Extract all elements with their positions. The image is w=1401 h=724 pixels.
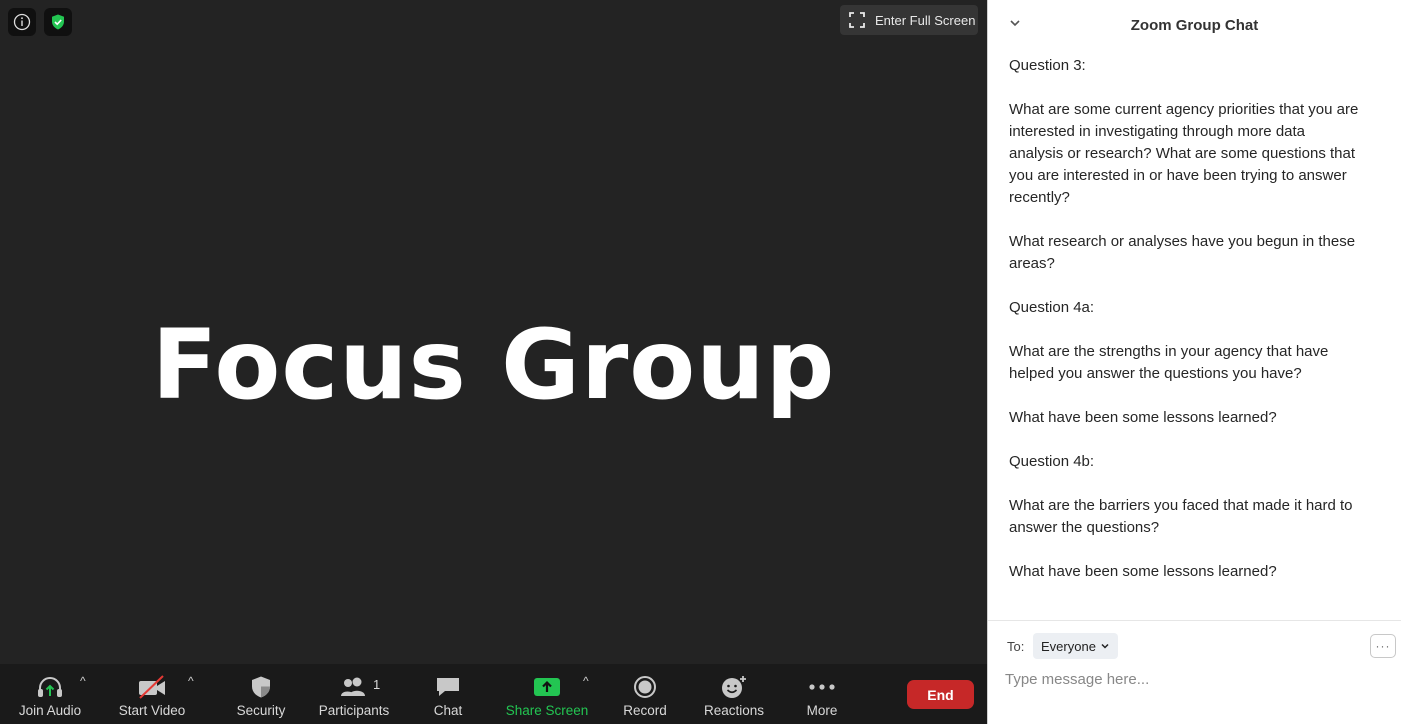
security-label: Security <box>236 703 286 718</box>
more-label: More <box>806 703 838 718</box>
chat-message: What have been some lessons learned? <box>1009 409 1277 426</box>
chat-message: Question 4b: <box>1009 453 1095 470</box>
chat-divider <box>988 620 1401 621</box>
chat-messages: Question 3: What are some current agency… <box>1009 55 1359 605</box>
participants-label: Participants <box>318 703 390 718</box>
chat-message: What research or analyses have you begun… <box>1009 233 1356 272</box>
reactions-emoji-icon <box>722 676 746 698</box>
participants-count: 1 <box>373 677 381 692</box>
meeting-toolbar: Join Audio ^ Start Video ^ Security 1 Pa… <box>0 664 987 724</box>
more-dots-icon <box>809 684 835 690</box>
participants-icon <box>341 677 365 696</box>
headphones-icon <box>38 677 62 697</box>
chat-more-options-icon[interactable]: ··· <box>1370 634 1396 658</box>
share-screen-icon <box>534 678 560 696</box>
start-video-button[interactable]: Start Video <box>112 664 192 724</box>
join-audio-button[interactable]: Join Audio <box>10 664 90 724</box>
video-options-caret-icon[interactable]: ^ <box>188 674 194 688</box>
join-audio-label: Join Audio <box>18 703 82 718</box>
chat-message: What are some current agency priorities … <box>1009 101 1359 206</box>
security-shield-icon <box>252 676 270 698</box>
start-video-label: Start Video <box>118 703 186 718</box>
share-screen-button[interactable]: Share Screen <box>502 664 592 724</box>
meeting-info-icon[interactable] <box>8 8 36 36</box>
end-meeting-button[interactable]: End <box>907 680 974 709</box>
recipient-select[interactable]: Everyone <box>1033 633 1118 659</box>
record-label: Record <box>623 703 667 718</box>
enter-full-screen-button[interactable]: Enter Full Screen <box>840 5 978 35</box>
shared-screen-title: Focus Group <box>151 309 836 421</box>
fullscreen-label: Enter Full Screen <box>875 12 976 28</box>
chat-button[interactable]: Chat <box>418 664 478 724</box>
video-off-icon <box>139 675 165 699</box>
record-icon <box>634 676 656 698</box>
more-button[interactable]: More <box>792 664 852 724</box>
chevron-down-icon <box>1101 643 1109 649</box>
share-options-caret-icon[interactable]: ^ <box>583 674 589 688</box>
chat-message: Question 3: <box>1009 57 1086 74</box>
chat-panel: Zoom Group Chat Question 3: What are som… <box>987 0 1401 724</box>
chat-label: Chat <box>433 703 463 718</box>
security-button[interactable]: Security <box>226 664 296 724</box>
chat-message: What have been some lessons learned? <box>1009 563 1277 580</box>
chat-message: Question 4a: <box>1009 299 1095 316</box>
fullscreen-icon <box>849 12 865 28</box>
encryption-shield-icon[interactable] <box>44 8 72 36</box>
audio-options-caret-icon[interactable]: ^ <box>80 674 86 688</box>
reactions-button[interactable]: Reactions <box>698 664 770 724</box>
chat-bubble-icon <box>437 678 459 696</box>
message-input[interactable] <box>1005 666 1385 692</box>
chat-header: Zoom Group Chat <box>988 0 1401 52</box>
share-screen-label: Share Screen <box>505 703 589 718</box>
reactions-label: Reactions <box>703 703 765 718</box>
chat-message: What are the barriers you faced that mad… <box>1009 497 1353 536</box>
chat-message: What are the strengths in your agency th… <box>1009 343 1329 382</box>
record-button[interactable]: Record <box>615 664 675 724</box>
recipient-value: Everyone <box>1041 638 1096 654</box>
to-label: To: <box>1007 639 1025 654</box>
chat-title: Zoom Group Chat <box>1130 17 1259 34</box>
video-area: Enter Full Screen Focus Group <box>0 0 987 664</box>
participants-button[interactable]: 1 Participants <box>314 664 394 724</box>
